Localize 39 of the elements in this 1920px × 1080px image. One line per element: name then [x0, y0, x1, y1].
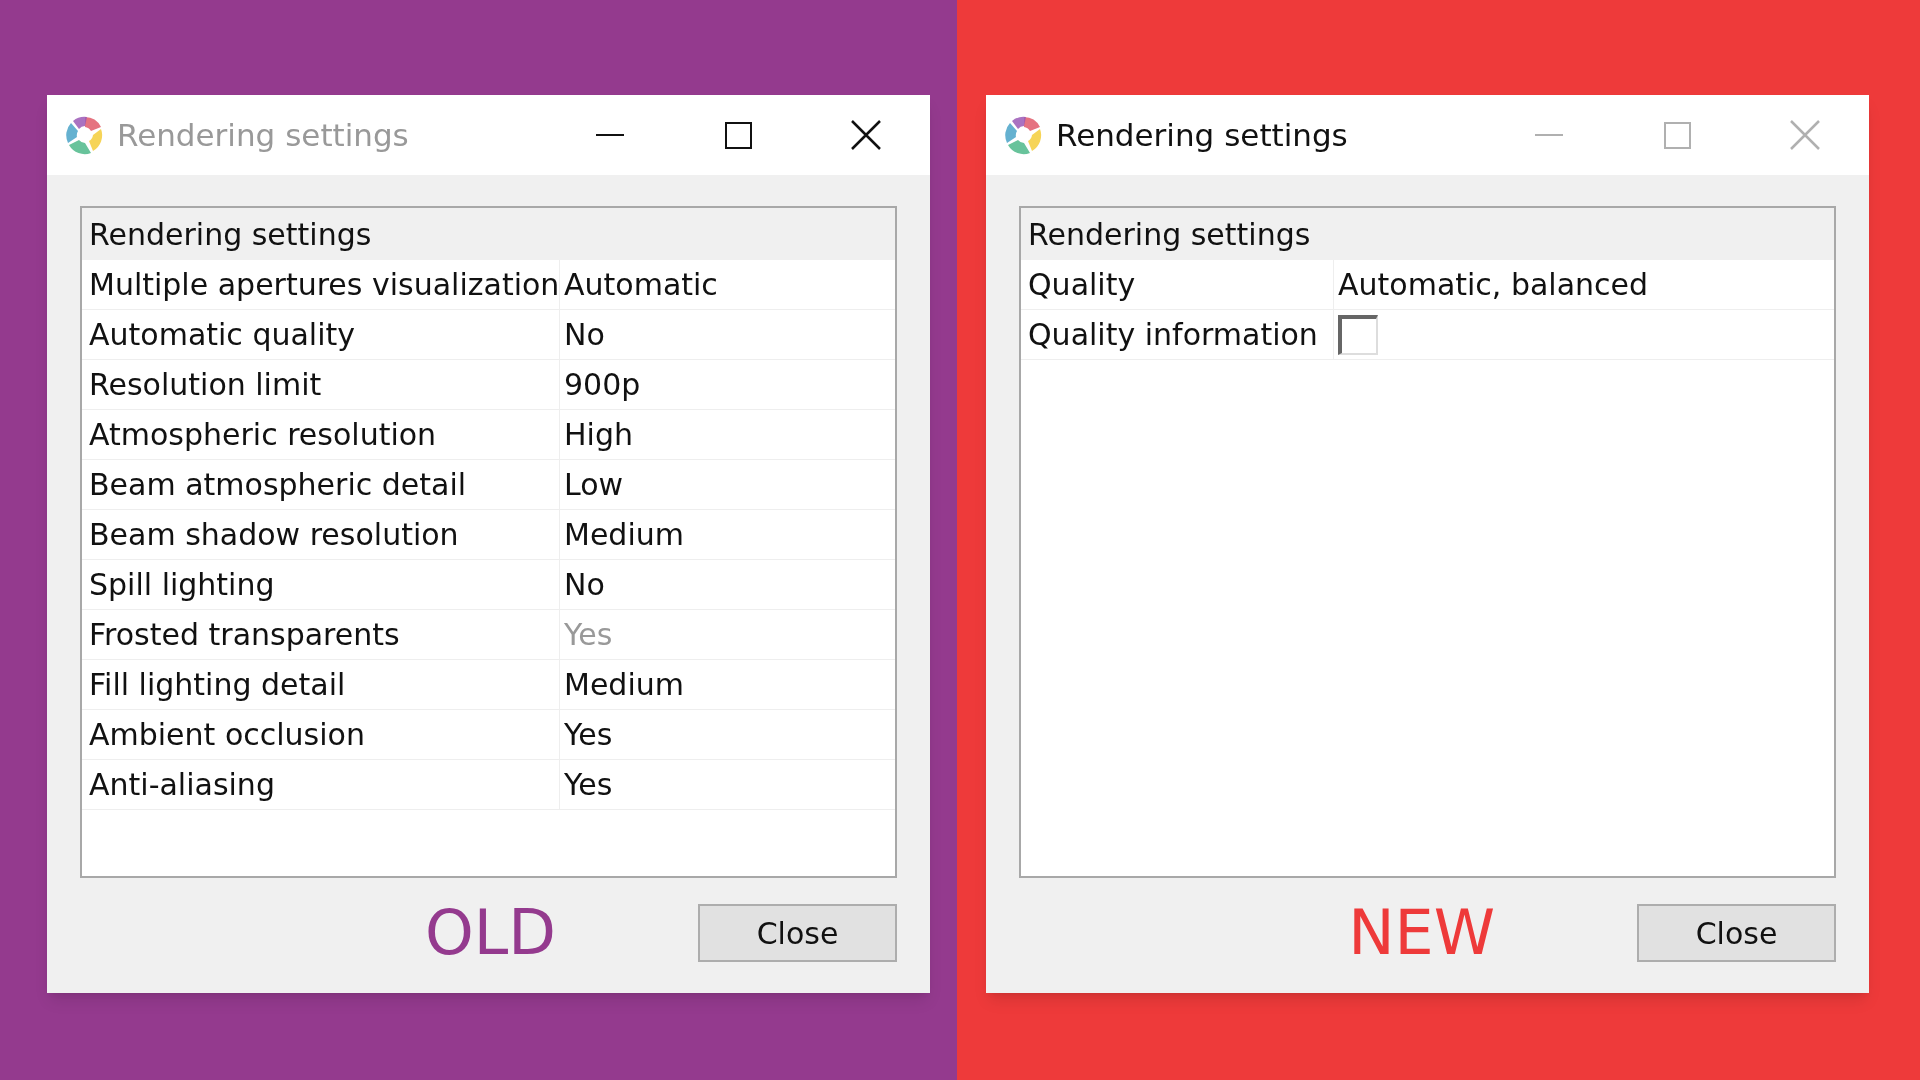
setting-value[interactable]: Low	[560, 460, 628, 509]
table-header: Rendering settings	[1021, 208, 1834, 260]
setting-label: Resolution limit	[82, 360, 560, 409]
setting-label: Quality	[1021, 260, 1334, 309]
close-icon	[851, 120, 881, 150]
table-header: Rendering settings	[82, 208, 895, 260]
minimize-icon	[596, 133, 624, 137]
setting-label: Fill lighting detail	[82, 660, 560, 709]
close-icon	[1790, 120, 1820, 150]
version-caption: OLD	[424, 902, 556, 964]
setting-value[interactable]: Yes	[560, 710, 617, 759]
window-title: Rendering settings	[1056, 115, 1348, 155]
maximize-icon	[1663, 121, 1691, 149]
version-caption: NEW	[1348, 902, 1495, 964]
setting-label: Quality information	[1021, 310, 1334, 359]
setting-label: Spill lighting	[82, 560, 560, 609]
setting-label: Multiple apertures visualization	[82, 260, 560, 309]
checkbox[interactable]	[1338, 314, 1378, 355]
setting-value[interactable]: Automatic	[560, 260, 722, 309]
setting-value[interactable]: High	[560, 410, 637, 459]
close-button[interactable]: Close	[1637, 904, 1836, 962]
setting-label: Atmospheric resolution	[82, 410, 560, 459]
setting-label: Ambient occlusion	[82, 710, 560, 759]
setting-value[interactable]: Automatic, balanced	[1334, 260, 1653, 309]
setting-value[interactable]: Yes	[560, 760, 617, 809]
setting-label: Automatic quality	[82, 310, 560, 359]
close-button[interactable]: Close	[698, 904, 897, 962]
maximize-icon	[724, 121, 752, 149]
setting-label: Beam shadow resolution	[82, 510, 560, 559]
setting-value[interactable]: Medium	[560, 510, 688, 559]
setting-label: Frosted transparents	[82, 610, 560, 659]
setting-value[interactable]: No	[560, 310, 609, 359]
minimize-icon	[1535, 133, 1563, 137]
setting-value[interactable]: 900p	[560, 360, 645, 409]
setting-label: Beam atmospheric detail	[82, 460, 560, 509]
window-title: Rendering settings	[117, 115, 409, 155]
setting-value[interactable]: No	[560, 560, 609, 609]
setting-label: Anti-aliasing	[82, 760, 560, 809]
setting-value[interactable]: Medium	[560, 660, 688, 709]
